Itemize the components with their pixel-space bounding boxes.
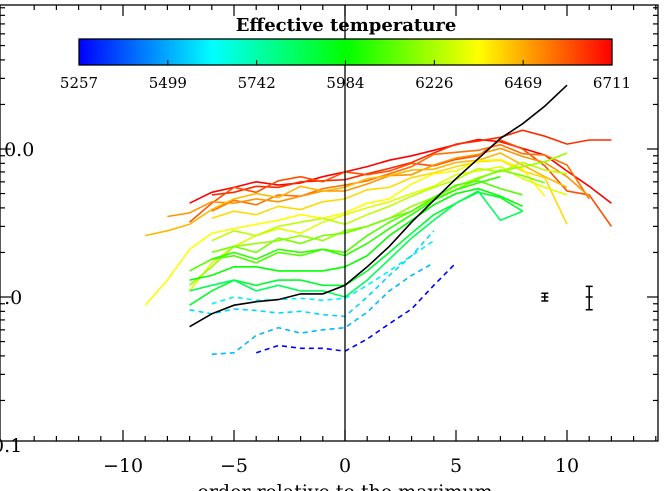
series-line-19 bbox=[211, 262, 435, 356]
error-bars bbox=[541, 285, 593, 311]
series-line-4 bbox=[167, 147, 590, 218]
x-tick-label: 5 bbox=[450, 455, 462, 477]
temperature-colorbar: Effective temperature 5257 5499 5742 5984 62… bbox=[60, 15, 631, 92]
error-bar-0 bbox=[541, 292, 549, 302]
colorbar-tick-label: 5257 bbox=[60, 74, 98, 92]
x-tick-label: 10 bbox=[555, 455, 579, 477]
x-tick-label: −10 bbox=[103, 455, 143, 477]
x-axis-label: order relative to the maximum bbox=[197, 481, 492, 491]
colorbar-title: Effective temperature bbox=[236, 15, 457, 36]
y-tick-label: 10.0 bbox=[0, 139, 34, 161]
series-line-18 bbox=[189, 230, 435, 318]
chart-figure: −10 −5 0 5 10 10.0 1.0 0.1 order relative to t… bbox=[0, 4, 659, 491]
plot-axes bbox=[0, 4, 659, 442]
colorbar-tick-label: 5499 bbox=[149, 74, 187, 92]
series-line-21 bbox=[189, 84, 568, 328]
x-tick-label: 0 bbox=[339, 455, 351, 477]
colorbar-tick-label: 6469 bbox=[504, 74, 542, 92]
colorbar-tick-label: 5984 bbox=[326, 74, 364, 92]
series-layer bbox=[144, 84, 613, 356]
colorbar-tick-label: 6711 bbox=[593, 74, 631, 92]
y-tick-label: 0.1 bbox=[0, 435, 22, 457]
colorbar-tick-label: 5742 bbox=[238, 74, 276, 92]
series-line-13 bbox=[211, 175, 501, 261]
error-bar-1 bbox=[585, 285, 593, 311]
x-tick-label: −5 bbox=[220, 455, 248, 477]
colorbar-tick-label: 6226 bbox=[415, 74, 453, 92]
y-tick-label: 1.0 bbox=[0, 287, 22, 309]
